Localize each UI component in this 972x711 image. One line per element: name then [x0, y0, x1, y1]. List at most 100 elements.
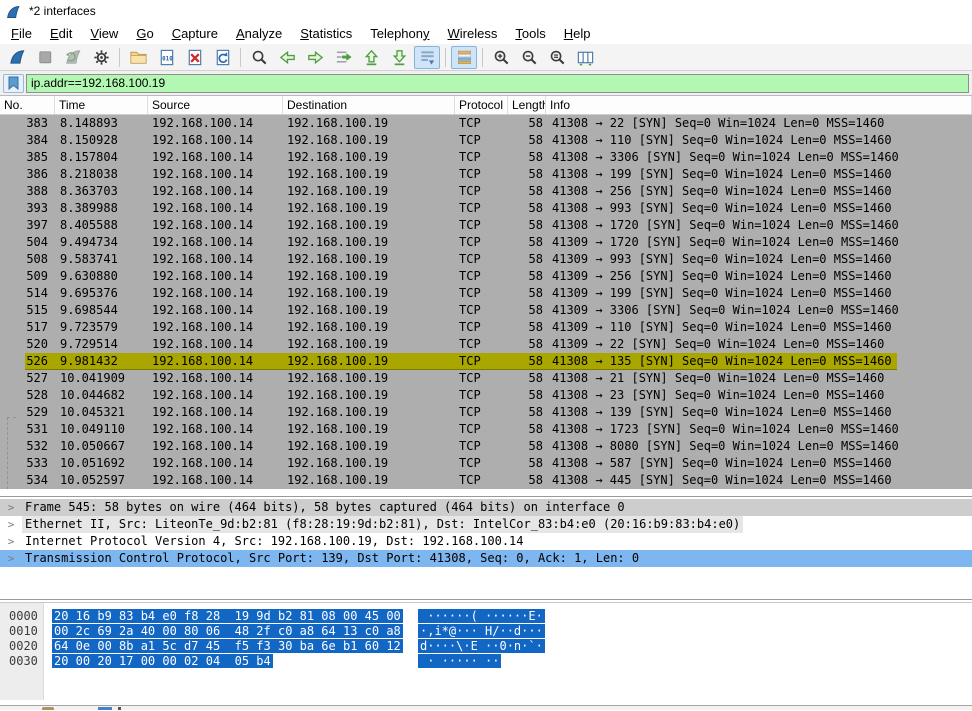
packet-row[interactable]: 5209.729514192.168.100.14192.168.100.19T… [0, 336, 972, 353]
stop-capture-button[interactable] [32, 46, 58, 69]
hex-ascii[interactable]: ·,i*@··· H/··d··· [418, 624, 545, 639]
packet-row[interactable]: 3888.363703192.168.100.14192.168.100.19T… [0, 183, 972, 200]
go-back-button[interactable] [274, 46, 300, 69]
packet-row[interactable]: 5159.698544192.168.100.14192.168.100.19T… [0, 302, 972, 319]
menu-view[interactable]: View [81, 24, 127, 43]
window-title: *2 interfaces [29, 4, 96, 18]
menu-help[interactable]: Help [555, 24, 600, 43]
packet-row[interactable]: 53310.051692192.168.100.14192.168.100.19… [0, 455, 972, 472]
go-to-top-button[interactable] [358, 46, 384, 69]
hex-bytes[interactable]: 20 16 b9 83 b4 e0 f8 28 19 9d b2 81 08 0… [52, 609, 412, 624]
cell-info: 41308 → 3306 [SYN] Seq=0 Win=1024 Len=0 … [546, 149, 972, 166]
detail-row[interactable]: >Frame 545: 58 bytes on wire (464 bits),… [0, 499, 972, 516]
packet-row[interactable]: 3868.218038192.168.100.14192.168.100.19T… [0, 166, 972, 183]
go-to-packet-button[interactable] [330, 46, 356, 69]
menu-statistics[interactable]: Statistics [291, 24, 361, 43]
packet-row[interactable]: 3838.148893192.168.100.14192.168.100.19T… [0, 115, 972, 132]
packet-row[interactable]: 5099.630880192.168.100.14192.168.100.19T… [0, 268, 972, 285]
cell-info: 41309 → 199 [SYN] Seq=0 Win=1024 Len=0 M… [546, 285, 972, 302]
resize-columns-button[interactable] [572, 46, 598, 69]
reload-file-button[interactable] [209, 46, 235, 69]
cell-time: 8.363703 [55, 183, 148, 200]
detail-row[interactable]: >Ethernet II, Src: LiteonTe_9d:b2:81 (f8… [0, 516, 972, 533]
zoom-in-button[interactable] [488, 46, 514, 69]
packet-row[interactable]: 5089.583741192.168.100.14192.168.100.19T… [0, 251, 972, 268]
packet-row[interactable]: 53210.050667192.168.100.14192.168.100.19… [0, 438, 972, 455]
packet-row[interactable]: 3858.157804192.168.100.14192.168.100.19T… [0, 149, 972, 166]
cell-source: 192.168.100.14 [148, 438, 283, 455]
packet-row[interactable]: 52810.044682192.168.100.14192.168.100.19… [0, 387, 972, 404]
cell-protocol: TCP [455, 472, 508, 489]
open-file-button[interactable] [125, 46, 151, 69]
start-capture-button[interactable] [4, 46, 30, 69]
expand-chevron-icon[interactable]: > [0, 516, 22, 533]
menu-go[interactable]: Go [127, 24, 162, 43]
hex-bytes[interactable]: 20 00 20 17 00 00 02 04 05 b4 [52, 654, 412, 669]
filter-bookmark-button[interactable] [3, 74, 24, 93]
packet-row[interactable]: 3848.150928192.168.100.14192.168.100.19T… [0, 132, 972, 149]
colorize-packets-button[interactable] [451, 46, 477, 69]
zoom-normal-button[interactable] [544, 46, 570, 69]
cell-length: 58 [508, 251, 546, 268]
detail-row-selected[interactable]: >Transmission Control Protocol, Src Port… [0, 550, 972, 567]
save-file-button[interactable]: 010 [153, 46, 179, 69]
expand-chevron-icon[interactable]: > [0, 533, 22, 550]
status-bar [0, 705, 972, 710]
zoom-out-button[interactable] [516, 46, 542, 69]
column-header-source[interactable]: Source [148, 96, 283, 114]
packet-row[interactable]: 53410.052597192.168.100.14192.168.100.19… [0, 472, 972, 489]
go-forward-button[interactable] [302, 46, 328, 69]
packet-row[interactable]: 52710.041909192.168.100.14192.168.100.19… [0, 370, 972, 387]
expand-chevron-icon[interactable]: > [0, 499, 22, 516]
menu-edit[interactable]: Edit [41, 24, 81, 43]
detail-row[interactable]: >Internet Protocol Version 4, Src: 192.1… [0, 533, 972, 550]
column-header-info[interactable]: Info [546, 96, 972, 114]
column-header-protocol[interactable]: Protocol [455, 96, 508, 114]
packet-row-selected[interactable]: 5269.981432192.168.100.14192.168.100.19T… [0, 353, 972, 370]
cell-source: 192.168.100.14 [148, 421, 283, 438]
cell-destination: 192.168.100.19 [283, 183, 455, 200]
hex-ascii[interactable]: · ····· ·· [418, 654, 501, 669]
auto-scroll-button[interactable] [414, 46, 440, 69]
column-header-length[interactable]: Length [508, 96, 546, 114]
display-filter-input[interactable]: ip.addr==192.168.100.19 [26, 74, 969, 93]
hex-bytes[interactable]: 64 0e 00 8b a1 5c d7 45 f5 f3 30 ba 6e b… [52, 639, 412, 654]
menu-file[interactable]: File [2, 24, 41, 43]
menu-tools[interactable]: Tools [506, 24, 554, 43]
hex-ascii[interactable]: d····\·E ··0·n·`· [418, 639, 545, 654]
column-header-no[interactable]: No. [0, 96, 55, 114]
menu-telephony[interactable]: Telephony [361, 24, 438, 43]
menu-analyze[interactable]: Analyze [227, 24, 291, 43]
packet-row[interactable]: 3938.389988192.168.100.14192.168.100.19T… [0, 200, 972, 217]
doc-close-icon [185, 48, 204, 67]
cell-source: 192.168.100.14 [148, 217, 283, 234]
restart-capture-button[interactable] [60, 46, 86, 69]
list-details-splitter[interactable] [0, 489, 972, 497]
packet-row[interactable]: 5179.723579192.168.100.14192.168.100.19T… [0, 319, 972, 336]
cell-destination: 192.168.100.19 [283, 336, 455, 353]
column-header-time[interactable]: Time [55, 96, 148, 114]
menu-wireless[interactable]: Wireless [439, 24, 507, 43]
cell-source: 192.168.100.14 [148, 234, 283, 251]
packet-row[interactable]: 3978.405588192.168.100.14192.168.100.19T… [0, 217, 972, 234]
cell-time: 10.050667 [55, 438, 148, 455]
packet-row[interactable]: 5149.695376192.168.100.14192.168.100.19T… [0, 285, 972, 302]
hex-bytes[interactable]: 00 2c 69 2a 40 00 80 06 48 2f c0 a8 64 1… [52, 624, 412, 639]
cell-length: 58 [508, 455, 546, 472]
menu-capture[interactable]: Capture [163, 24, 227, 43]
cell-length: 58 [508, 438, 546, 455]
capture-options-button[interactable] [88, 46, 114, 69]
packet-row[interactable]: 53110.049110192.168.100.14192.168.100.19… [0, 421, 972, 438]
column-header-destination[interactable]: Destination [283, 96, 455, 114]
packet-row[interactable]: 52910.045321192.168.100.14192.168.100.19… [0, 404, 972, 421]
find-packet-button[interactable] [246, 46, 272, 69]
go-to-bottom-button[interactable] [386, 46, 412, 69]
packet-list-rows: 3838.148893192.168.100.14192.168.100.19T… [0, 115, 972, 489]
cell-info: 41308 → 993 [SYN] Seq=0 Win=1024 Len=0 M… [546, 200, 972, 217]
close-file-button[interactable] [181, 46, 207, 69]
detail-row-text: Transmission Control Protocol, Src Port:… [22, 550, 642, 567]
packet-row[interactable]: 5049.494734192.168.100.14192.168.100.19T… [0, 234, 972, 251]
expand-chevron-icon[interactable]: > [0, 550, 22, 567]
hex-ascii[interactable]: ······( ······E· [418, 609, 545, 624]
cell-destination: 192.168.100.19 [283, 370, 455, 387]
